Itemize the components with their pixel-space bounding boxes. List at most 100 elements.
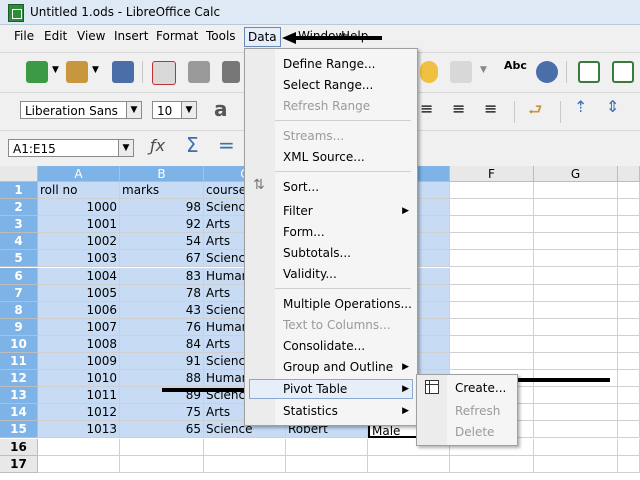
row-header[interactable]: 11 — [0, 353, 38, 370]
table-cell[interactable]: 67 — [120, 250, 204, 268]
menu-item-filter[interactable]: Filter — [283, 204, 313, 218]
menu-item-streams[interactable]: Streams... — [283, 129, 344, 143]
menu-item-refresh[interactable]: Refresh — [455, 404, 500, 418]
menu-item-subtotals[interactable]: Subtotals... — [283, 246, 351, 260]
table-cell[interactable]: 76 — [120, 318, 204, 336]
table-cell[interactable]: 1011 — [38, 387, 120, 405]
table-cell[interactable]: 43 — [120, 301, 204, 319]
table-cell[interactable] — [618, 421, 640, 439]
open-dropdown-icon[interactable]: ▼ — [92, 65, 99, 75]
row-header[interactable]: 12 — [0, 370, 38, 388]
table-cell[interactable] — [618, 216, 640, 234]
menu-item-group-and-outline[interactable]: Group and Outline — [283, 360, 393, 374]
row-header[interactable]: 15 — [0, 421, 38, 439]
table-cell[interactable] — [618, 438, 640, 456]
menu-item-define-range[interactable]: Define Range... — [283, 57, 375, 71]
table-cell[interactable]: 78 — [120, 284, 204, 302]
menu-data[interactable]: Data — [244, 27, 281, 47]
export-pdf-icon[interactable] — [152, 61, 176, 85]
menu-insert[interactable]: Insert — [114, 29, 148, 43]
menu-edit[interactable]: Edit — [44, 29, 67, 43]
table-cell[interactable] — [618, 182, 640, 199]
table-cell[interactable]: 1005 — [38, 284, 120, 302]
table-cell[interactable]: roll no — [38, 182, 120, 199]
table-cell[interactable]: 75 — [120, 404, 204, 422]
align-right-icon[interactable]: ≡ — [484, 99, 497, 118]
table-cell[interactable]: 1000 — [38, 199, 120, 217]
table-cell[interactable]: 91 — [120, 353, 204, 370]
font-size-dropdown-icon[interactable]: ▼ — [181, 101, 197, 119]
row-header[interactable]: 4 — [0, 233, 38, 251]
table-cell[interactable] — [450, 267, 534, 285]
table-cell[interactable] — [618, 284, 640, 302]
table-cell[interactable] — [534, 250, 618, 268]
name-box-dropdown-icon[interactable]: ▼ — [118, 139, 134, 157]
table-cell[interactable] — [120, 455, 204, 473]
table-cell[interactable] — [618, 267, 640, 285]
table-cell[interactable] — [618, 233, 640, 251]
menu-item-consolidate[interactable]: Consolidate... — [283, 339, 365, 353]
table-cell[interactable]: 1004 — [38, 267, 120, 285]
menu-item-select-range[interactable]: Select Range... — [283, 78, 373, 92]
table-cell[interactable] — [618, 404, 640, 422]
table-cell[interactable] — [534, 267, 618, 285]
font-name-dropdown-icon[interactable]: ▼ — [126, 101, 142, 119]
column-header-b[interactable]: B — [120, 166, 204, 182]
table-cell[interactable] — [534, 301, 618, 319]
table-cell[interactable]: 65 — [120, 421, 204, 439]
align-center-vertical-icon[interactable]: ⇕ — [606, 97, 619, 116]
function-wizard-icon[interactable]: ƒx — [150, 136, 165, 155]
row-header[interactable]: 8 — [0, 301, 38, 319]
table-cell[interactable] — [450, 216, 534, 234]
row-header[interactable]: 3 — [0, 216, 38, 234]
menu-tools[interactable]: Tools — [206, 29, 236, 43]
menu-file[interactable]: File — [14, 29, 34, 43]
menu-item-refresh-range[interactable]: Refresh Range — [283, 99, 370, 113]
save-icon[interactable] — [112, 61, 134, 83]
new-document-icon[interactable] — [26, 61, 48, 83]
table-cell[interactable] — [38, 438, 120, 456]
menu-item-pivot-table[interactable]: Pivot Table — [283, 382, 347, 396]
table-cell[interactable] — [450, 318, 534, 336]
table-cell[interactable]: 1001 — [38, 216, 120, 234]
table-cell[interactable]: 84 — [120, 335, 204, 353]
row-header[interactable]: 7 — [0, 284, 38, 302]
open-icon[interactable] — [66, 61, 88, 83]
row-header[interactable]: 13 — [0, 387, 38, 405]
table-cell[interactable] — [534, 284, 618, 302]
table-cell[interactable]: 1009 — [38, 353, 120, 370]
menu-item-xml-source[interactable]: XML Source... — [283, 150, 365, 164]
table-cell[interactable] — [450, 199, 534, 217]
align-left-icon[interactable]: ≡ — [420, 99, 433, 118]
rows-icon[interactable] — [578, 61, 600, 83]
table-cell[interactable] — [618, 301, 640, 319]
table-cell[interactable]: 1012 — [38, 404, 120, 422]
table-cell[interactable] — [618, 335, 640, 353]
table-cell[interactable] — [534, 182, 618, 199]
new-dropdown-icon[interactable]: ▼ — [52, 65, 59, 75]
table-cell[interactable] — [204, 438, 286, 456]
column-header-a[interactable]: A — [38, 166, 120, 182]
table-cell[interactable] — [618, 199, 640, 217]
table-cell[interactable]: 92 — [120, 216, 204, 234]
table-cell[interactable] — [534, 318, 618, 336]
row-header[interactable]: 14 — [0, 404, 38, 422]
table-cell[interactable] — [534, 199, 618, 217]
row-header[interactable]: 1 — [0, 182, 38, 199]
table-cell[interactable]: 1010 — [38, 370, 120, 388]
table-cell[interactable] — [368, 455, 450, 473]
row-header[interactable]: 6 — [0, 267, 38, 285]
table-cell[interactable] — [120, 438, 204, 456]
spellcheck-icon[interactable]: Abc — [504, 59, 527, 72]
table-cell[interactable] — [450, 301, 534, 319]
table-cell[interactable] — [286, 438, 368, 456]
table-cell[interactable] — [204, 455, 286, 473]
redo-dropdown-icon[interactable]: ▼ — [480, 65, 487, 75]
row-header[interactable]: 10 — [0, 335, 38, 353]
table-cell[interactable] — [534, 335, 618, 353]
table-cell[interactable] — [618, 387, 640, 405]
font-name-box[interactable]: Liberation Sans — [20, 101, 128, 119]
table-cell[interactable] — [450, 233, 534, 251]
table-cell[interactable] — [618, 370, 640, 388]
table-cell[interactable]: 1013 — [38, 421, 120, 439]
